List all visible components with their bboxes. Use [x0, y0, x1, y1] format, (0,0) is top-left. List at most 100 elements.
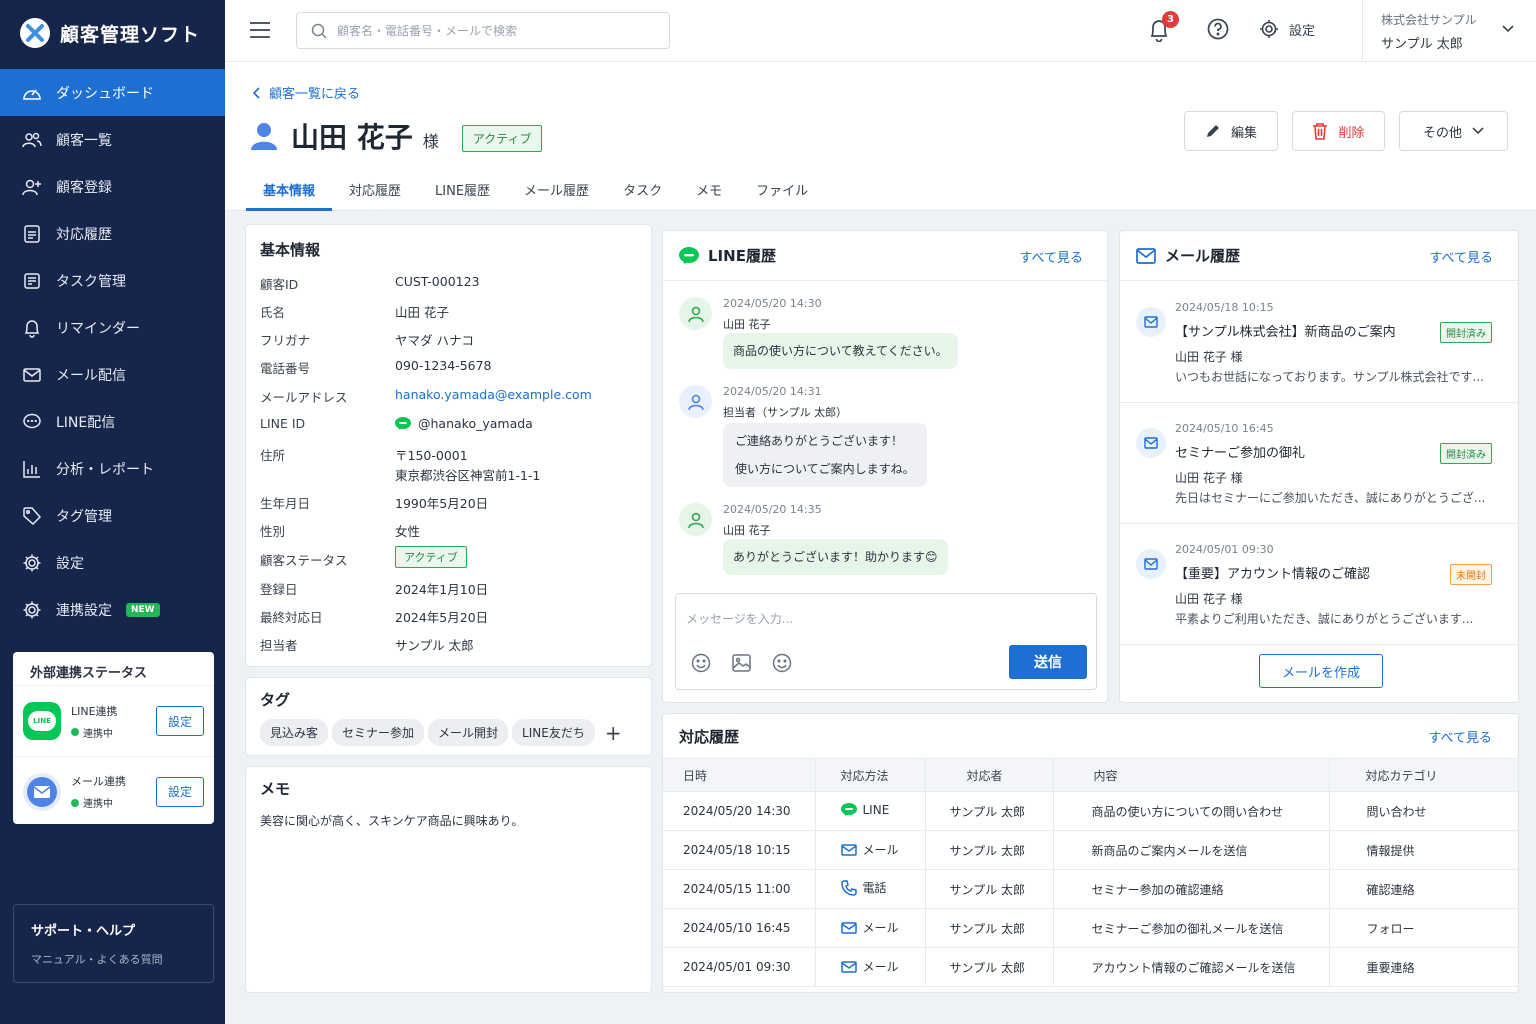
- mail-preview: いつもお世話になっております。サンプル株式会社です...: [1175, 370, 1484, 384]
- edit-button[interactable]: 編集: [1184, 111, 1278, 151]
- cell-date: 2024/05/20 14:30: [663, 791, 815, 831]
- table-row[interactable]: 2024/05/10 16:45 メール サンプル 太郎 セミナーご参加の御礼メ…: [663, 908, 1518, 948]
- image-icon[interactable]: [732, 654, 751, 672]
- add-tag-button[interactable]: +: [605, 721, 622, 745]
- table-row[interactable]: 2024/05/01 09:30 メール サンプル 太郎 アカウント情報のご確認…: [663, 947, 1518, 987]
- info-value: 山田 花子: [395, 305, 449, 320]
- search-input[interactable]: 顧客名・電話番号・メールで検索: [296, 12, 670, 49]
- send-button[interactable]: 送信: [1009, 645, 1087, 679]
- chevron-down-icon[interactable]: [1502, 25, 1514, 33]
- integration-name: メール連携: [71, 775, 126, 788]
- delete-button[interactable]: 削除: [1292, 111, 1385, 151]
- line-see-all-link[interactable]: すべて見る: [1019, 247, 1083, 266]
- sidebar-item-history[interactable]: 対応履歴: [0, 210, 225, 257]
- status-label: 連携中: [83, 799, 113, 810]
- delete-label: 削除: [1338, 125, 1365, 141]
- column-header[interactable]: 日時: [663, 758, 815, 792]
- tab-memo[interactable]: メモ: [679, 170, 739, 211]
- mail-preview: 平素よりご利用いただき、誠にありがとうございます...: [1175, 612, 1474, 626]
- line-app-icon: LINE: [23, 702, 61, 740]
- sidebar-item-analytics[interactable]: 分析・レポート: [0, 445, 225, 492]
- mail-icon: [840, 844, 857, 856]
- info-label: 住所: [260, 448, 286, 463]
- info-label: 性別: [260, 524, 286, 539]
- sidebar-item-label: リマインダー: [56, 320, 140, 337]
- mail-icon: [1136, 247, 1156, 264]
- line-id-value: @hanako_yamada: [395, 416, 533, 431]
- sidebar-item-line[interactable]: LINE配信: [0, 398, 225, 445]
- tag-chip[interactable]: セミナー参加: [332, 719, 425, 746]
- task-icon: [24, 272, 40, 289]
- sidebar-item-tags[interactable]: タグ管理: [0, 492, 225, 539]
- cell-date: 2024/05/15 11:00: [663, 869, 815, 909]
- mail-see-all-link[interactable]: すべて見る: [1429, 247, 1493, 266]
- search-placeholder: 顧客名・電話番号・メールで検索: [337, 24, 518, 38]
- app-title: 顧客管理ソフト: [60, 23, 201, 46]
- trash-icon: [1313, 123, 1328, 140]
- sidebar-item-integrations[interactable]: 連携設定 NEW: [0, 586, 225, 633]
- sidebar-item-mail[interactable]: メール配信: [0, 351, 225, 398]
- line-settings-button[interactable]: 設定: [156, 706, 204, 736]
- tab-files[interactable]: ファイル: [739, 170, 825, 211]
- tab-basic-info[interactable]: 基本情報: [246, 170, 333, 211]
- mail-item[interactable]: 2024/05/10 16:45 セミナーご参加の御礼 開封済み 山田 花子 様…: [1120, 403, 1518, 524]
- support-help-link[interactable]: サポート・ヘルプ マニュアル・よくある質問: [13, 904, 214, 983]
- mail-item[interactable]: 2024/05/18 10:15 【サンプル株式会社】新商品のご案内 開封済み …: [1120, 282, 1518, 403]
- compose-mail-button[interactable]: メールを作成: [1259, 654, 1383, 688]
- tag-chip[interactable]: メール開封: [428, 719, 509, 746]
- back-link[interactable]: 顧客一覧に戻る: [253, 83, 360, 102]
- table-row[interactable]: 2024/05/18 10:15 メール サンプル 太郎 新商品のご案内メールを…: [663, 830, 1518, 870]
- message-sender: 担当者（サンプル 太郎）: [723, 406, 848, 419]
- mail-icon: [840, 922, 857, 934]
- sidebar-item-tasks[interactable]: タスク管理: [0, 257, 225, 304]
- sidebar-item-settings[interactable]: 設定: [0, 539, 225, 586]
- tag-chip[interactable]: LINE友だち: [512, 719, 595, 746]
- activity-see-all-link[interactable]: すべて見る: [1428, 727, 1492, 746]
- hamburger-menu-icon[interactable]: [250, 21, 270, 39]
- message-bubble: ありがとうございます！助かります😊: [723, 539, 948, 575]
- cell-method: 電話: [814, 869, 925, 909]
- cell-content: 新商品のご案内メールを送信: [1052, 830, 1329, 870]
- sidebar-item-customers[interactable]: 顧客一覧: [0, 116, 225, 163]
- sidebar-item-dashboard[interactable]: ダッシュボード: [0, 69, 225, 116]
- column-header[interactable]: 対応カテゴリ: [1328, 758, 1518, 792]
- message-input[interactable]: メッセージを入力...: [686, 610, 793, 627]
- integration-line: LINE LINE連携 連携中 設定: [13, 686, 214, 756]
- help-button[interactable]: [1207, 18, 1229, 44]
- integration-status: 連携中: [71, 795, 156, 810]
- user-menu[interactable]: 株式会社サンプル サンプル 太郎: [1362, 0, 1477, 62]
- cell-staff: サンプル 太郎: [924, 830, 1053, 870]
- tab-line[interactable]: LINE履歴: [418, 170, 507, 211]
- tab-activity[interactable]: 対応履歴: [332, 170, 418, 211]
- sidebar-item-label: タグ管理: [56, 508, 112, 525]
- sidebar-item-label: LINE配信: [56, 414, 116, 431]
- tags-title: タグ: [260, 691, 291, 709]
- table-row[interactable]: 2024/05/20 14:30 LINE サンプル 太郎 商品の使い方について…: [663, 791, 1518, 831]
- settings-button[interactable]: 設定: [1259, 19, 1315, 39]
- status-label: 連携中: [83, 728, 113, 740]
- emoji-icon[interactable]: [691, 653, 711, 673]
- sticker-icon[interactable]: [772, 653, 792, 673]
- column-header[interactable]: 対応方法: [814, 758, 925, 792]
- search-icon: [311, 23, 327, 39]
- sidebar-item-label: ダッシュボード: [56, 85, 154, 102]
- mail-settings-button[interactable]: 設定: [156, 776, 204, 807]
- tab-mail[interactable]: メール履歴: [507, 170, 606, 211]
- sidebar-item-reminder[interactable]: リマインダー: [0, 304, 225, 351]
- table-row[interactable]: 2024/05/15 11:00 電話 サンプル 太郎 セミナー参加の確認連絡 …: [663, 869, 1518, 909]
- tab-tasks[interactable]: タスク: [606, 170, 679, 211]
- more-button[interactable]: その他: [1399, 111, 1508, 151]
- notification-button[interactable]: 3: [1148, 11, 1179, 46]
- column-header[interactable]: 対応者: [924, 758, 1053, 792]
- mail-status-badge: 未開封: [1450, 564, 1492, 585]
- mail-item[interactable]: 2024/05/01 09:30 【重要】アカウント情報のご確認 未開封 山田 …: [1120, 524, 1518, 645]
- column-header[interactable]: 内容: [1052, 758, 1329, 792]
- gear-icon: [23, 601, 41, 618]
- mail-recipient: 山田 花子 様: [1175, 471, 1243, 485]
- tag-chip[interactable]: 見込み客: [260, 719, 329, 746]
- status-dot: [71, 798, 79, 807]
- sidebar-item-register[interactable]: 顧客登録: [0, 163, 225, 210]
- mail-status-badge: 開封済み: [1440, 443, 1492, 464]
- email-link[interactable]: hanako.yamada@example.com: [395, 387, 592, 402]
- app-logo[interactable]: 顧客管理ソフト: [0, 0, 225, 66]
